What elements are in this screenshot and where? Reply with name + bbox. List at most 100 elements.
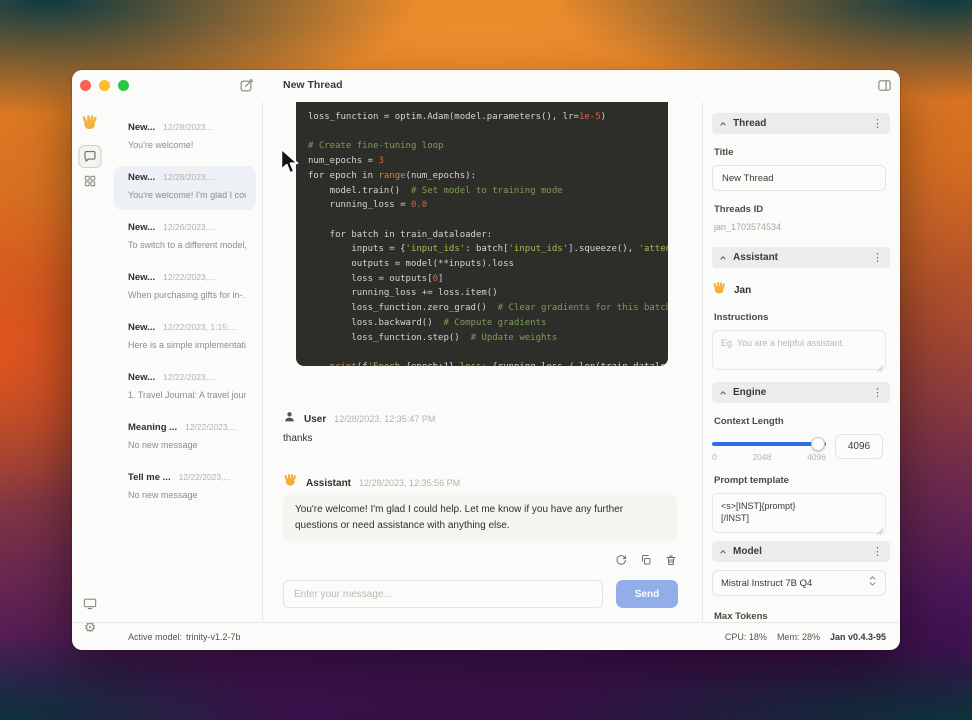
titlebar: New Thread	[72, 70, 900, 102]
context-length-value[interactable]: 4096	[835, 434, 883, 459]
trash-icon[interactable]	[665, 554, 677, 566]
thread-date: 12/26/2023,...	[163, 222, 216, 232]
thread-list-item[interactable]: New... 12/22/2023,... 1. Travel Journal: …	[114, 366, 256, 410]
context-length-slider[interactable]: 0 2048 4096	[712, 434, 826, 462]
new-thread-button[interactable]	[239, 78, 254, 93]
kebab-menu-icon[interactable]: ⋮	[872, 251, 883, 264]
thread-list-item-selected[interactable]: New... 12/28/2023,... You're welcome! I'm…	[114, 166, 256, 210]
assistant-section: Assistant ⋮ Jan Instructions	[712, 247, 890, 375]
chevron-up-icon	[719, 249, 727, 267]
user-message-header: User 12/28/2023, 12:35:47 PM	[283, 410, 435, 428]
thread-preview: You're welcome!	[128, 140, 194, 150]
slider-thumb[interactable]	[811, 437, 826, 451]
thread-title: New...	[128, 172, 156, 183]
resize-grip-icon[interactable]	[876, 365, 883, 372]
zoom-button[interactable]	[118, 80, 129, 91]
engine-section: Engine ⋮ Context Length 0 2048 4096 4096	[712, 382, 890, 538]
assistant-identity: Jan	[712, 281, 890, 299]
chevron-up-icon	[719, 543, 727, 561]
minimize-button[interactable]	[99, 80, 110, 91]
model-select[interactable]: Mistral Instruct 7B Q4	[712, 570, 886, 596]
kebab-menu-icon[interactable]: ⋮	[872, 117, 883, 130]
panel-toggle-button[interactable]	[877, 78, 892, 93]
sidebar-item-hub[interactable]	[83, 174, 97, 188]
thread-date: 12/22/2023,...	[163, 272, 216, 282]
engine-section-header[interactable]: Engine ⋮	[712, 382, 890, 403]
sidebar-item-system-monitor[interactable]	[83, 596, 98, 611]
chat-area: loss_function = optim.Adam(model.paramet…	[263, 102, 703, 622]
thread-title: Tell me ...	[128, 472, 171, 483]
grid-icon	[83, 175, 97, 192]
model-section-header[interactable]: Model ⋮	[712, 541, 890, 562]
active-model-label: Active model:	[128, 631, 183, 642]
assistant-message-bubble: You're welcome! I'm glad I could help. L…	[283, 493, 677, 543]
thread-preview: 1. Travel Journal: A travel journ...	[128, 390, 246, 400]
waving-hand-icon	[712, 281, 727, 299]
title-label: Title	[714, 147, 734, 158]
thread-list-item[interactable]: New... 12/28/2023... You're welcome!	[114, 116, 256, 160]
send-button[interactable]: Send	[616, 580, 678, 608]
copy-icon[interactable]	[640, 554, 652, 566]
thread-date: 12/28/2023...	[163, 122, 213, 132]
thread-preview: No new message	[128, 440, 198, 450]
assistant-name: Jan	[734, 284, 752, 296]
settings-panel: Thread ⋮ Title Threads ID jan_1703574534…	[703, 102, 900, 622]
thread-list: New... 12/28/2023... You're welcome! New.…	[108, 102, 263, 622]
resize-grip-icon[interactable]	[876, 528, 883, 535]
thread-date: 12/22/2023,...	[178, 472, 231, 482]
kebab-menu-icon[interactable]: ⋮	[872, 386, 883, 399]
message-role: User	[304, 413, 327, 425]
thread-list-item[interactable]: New... 12/22/2023,... When purchasing gif…	[114, 266, 256, 310]
thread-title-input[interactable]	[712, 165, 886, 191]
max-tokens-label: Max Tokens	[714, 611, 768, 622]
user-message-text: thanks	[283, 433, 313, 444]
sidebar-right-icon	[877, 80, 892, 97]
status-bar: Active model: trinity-v1.2-7b CPU: 18% M…	[72, 622, 900, 650]
thread-list-item[interactable]: Tell me ... 12/22/2023,... No new message	[114, 466, 256, 510]
model-select-value: Mistral Instruct 7B Q4	[721, 577, 813, 589]
sidebar-item-threads[interactable]	[78, 145, 102, 168]
thread-list-item[interactable]: New... 12/26/2023,... To switch to a diff…	[114, 216, 256, 260]
thread-preview: You're welcome! I'm glad I cou...	[128, 190, 246, 200]
thread-list-item[interactable]: Meaning ... 12/22/2023,... No new message	[114, 416, 256, 460]
instructions-textarea[interactable]	[712, 330, 886, 370]
threads-id-value: jan_1703574534	[714, 222, 782, 232]
regenerate-button[interactable]	[615, 554, 627, 566]
kebab-menu-icon[interactable]: ⋮	[872, 545, 883, 558]
thread-date: 12/28/2023,...	[163, 172, 216, 182]
waving-hand-icon	[81, 115, 99, 136]
message-role: Assistant	[306, 477, 352, 489]
composer: Send	[283, 580, 689, 608]
threads-id-label: Threads ID	[714, 204, 764, 215]
chevron-up-icon	[719, 384, 727, 402]
app-version: Jan v0.4.3-95	[829, 631, 886, 642]
thread-date: 12/22/2023, 1:15:...	[163, 322, 237, 332]
active-model-value: trinity-v1.2-7b	[186, 631, 241, 642]
assistant-message-header: Assistant 12/28/2023, 12:35:56 PM	[283, 473, 460, 493]
thread-section: Thread ⋮ Title Threads ID jan_1703574534	[712, 113, 890, 232]
prompt-template-textarea[interactable]: <s>[INST]{prompt} [/INST]	[712, 493, 886, 533]
waving-hand-icon	[283, 473, 298, 493]
thread-list-item[interactable]: New... 12/22/2023, 1:15:... Here is a sim…	[114, 316, 256, 360]
model-section: Model ⋮ Mistral Instruct 7B Q4 Max Token…	[712, 541, 890, 622]
thread-section-header[interactable]: Thread ⋮	[712, 113, 890, 134]
message-input[interactable]	[283, 580, 603, 608]
close-button[interactable]	[80, 80, 91, 91]
thread-date: 12/22/2023,...	[163, 372, 216, 382]
thread-date: 12/22/2023,...	[185, 422, 238, 432]
speech-bubble-icon	[83, 150, 98, 168]
thread-title: New...	[128, 222, 156, 233]
slider-ticks: 0 2048 4096	[712, 452, 826, 462]
memory-usage: Mem: 28%	[776, 631, 820, 642]
thread-preview: No new message	[128, 490, 198, 500]
code-block: loss_function = optim.Adam(model.paramet…	[296, 102, 668, 366]
thread-title: New...	[128, 372, 156, 383]
app-window: New Thread ⚙ New... 12/28/2023... You're…	[72, 70, 900, 650]
message-timestamp: 12/28/2023, 12:35:56 PM	[359, 478, 461, 488]
section-title: Thread	[733, 118, 767, 129]
up-down-chevrons-icon	[868, 574, 877, 592]
thread-preview: When purchasing gifts for in-...	[128, 290, 246, 300]
context-length-label: Context Length	[714, 416, 784, 427]
left-ribbon: ⚙	[72, 102, 108, 634]
assistant-section-header[interactable]: Assistant ⋮	[712, 247, 890, 268]
